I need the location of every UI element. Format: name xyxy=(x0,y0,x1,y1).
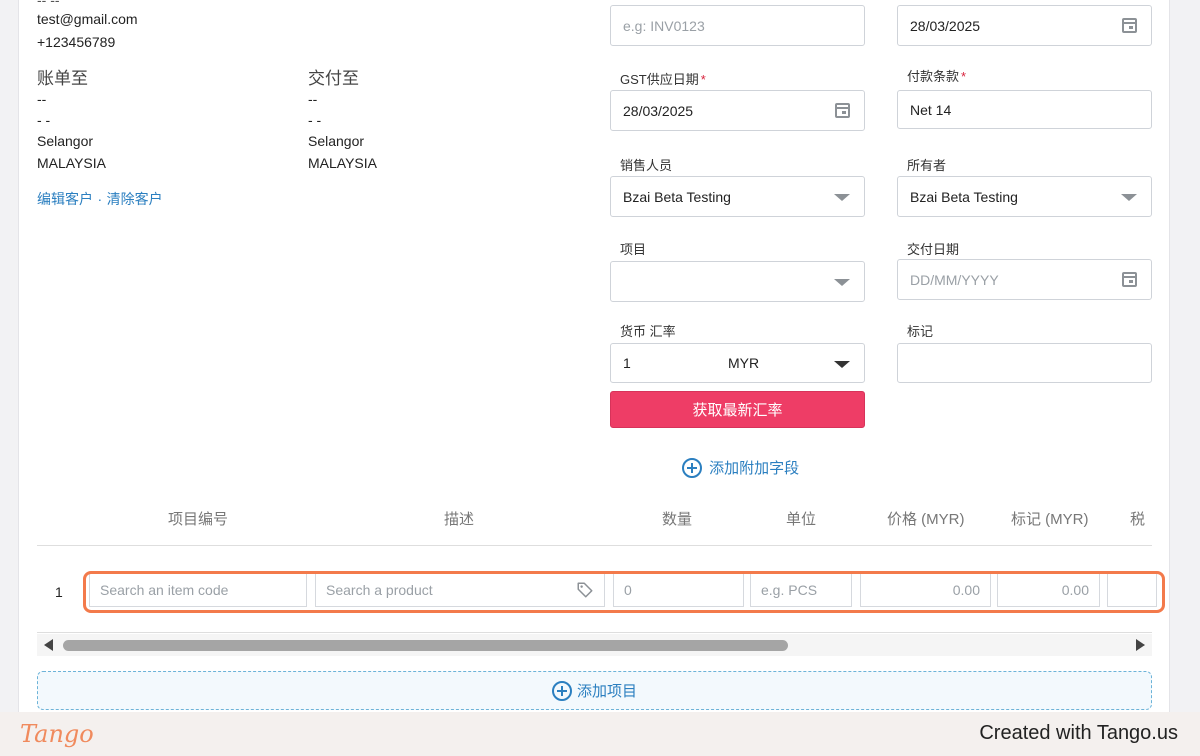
tag-input[interactable] xyxy=(897,343,1152,383)
chevron-down-icon xyxy=(1121,194,1137,201)
row-index: 1 xyxy=(55,584,63,600)
column-header-tax: 税 xyxy=(1130,511,1146,528)
customer-phone: +123456789 xyxy=(37,34,116,50)
bill-to-line2: - - xyxy=(37,112,51,128)
payment-terms-input[interactable]: Net 14 xyxy=(897,90,1152,129)
calendar-icon[interactable] xyxy=(1122,272,1137,287)
bill-to-country: MALAYSIA xyxy=(37,155,106,171)
payment-terms-value: Net 14 xyxy=(910,101,952,118)
tag-label: 标记 xyxy=(907,324,934,339)
add-item-label: 添加项目 xyxy=(576,683,637,700)
plus-circle-icon xyxy=(551,680,572,701)
scrollbar-thumb[interactable] xyxy=(63,640,788,651)
scroll-left-arrow-icon[interactable] xyxy=(44,639,53,651)
salesperson-select[interactable]: Bzai Beta Testing xyxy=(610,176,865,217)
gst-supply-date-value: 28/03/2025 xyxy=(623,102,694,119)
column-header-quantity: 数量 xyxy=(662,511,693,528)
exchange-rate-input[interactable]: 1 xyxy=(623,355,728,371)
payment-terms-label-text: 付款条款 xyxy=(907,69,960,84)
gst-supply-date-label: GST供应日期 * xyxy=(620,69,706,88)
calendar-icon[interactable] xyxy=(835,103,850,118)
bill-to-line1: -- xyxy=(37,91,47,107)
clear-customer-link[interactable]: 清除客户 xyxy=(107,191,163,207)
scroll-right-arrow-icon[interactable] xyxy=(1136,639,1145,651)
owner-label: 所有者 xyxy=(907,158,947,173)
invoice-number-placeholder: e.g: INV0123 xyxy=(623,17,705,34)
tango-footer: Tango Created with Tango.us xyxy=(0,712,1200,756)
currency-rate-label: 货币 汇率 xyxy=(620,324,676,339)
get-latest-rate-button[interactable]: 获取最新汇率 xyxy=(610,391,865,428)
delivery-date-label: 交付日期 xyxy=(907,242,960,257)
edit-customer-link[interactable]: 编辑客户 xyxy=(37,191,93,207)
ship-to-state: Selangor xyxy=(308,133,365,149)
project-select[interactable] xyxy=(610,261,865,302)
salesperson-label: 销售人员 xyxy=(620,158,673,173)
owner-select[interactable]: Bzai Beta Testing xyxy=(897,176,1152,217)
owner-value: Bzai Beta Testing xyxy=(910,188,1018,205)
invoice-form-sheet: -- -- test@gmail.com +123456789 账单至 -- -… xyxy=(18,0,1170,712)
column-header-tag: 标记 (MYR) xyxy=(1011,511,1089,528)
add-item-button[interactable]: 添加项目 xyxy=(37,671,1152,710)
add-extra-field-link[interactable]: 添加附加字段 xyxy=(682,457,799,478)
delivery-date-placeholder: DD/MM/YYYY xyxy=(910,271,999,288)
required-mark: * xyxy=(961,69,967,84)
ship-to-country: MALAYSIA xyxy=(308,155,377,171)
salesperson-value: Bzai Beta Testing xyxy=(623,188,731,205)
customer-email: test@gmail.com xyxy=(37,11,138,27)
tango-logo: Tango xyxy=(20,720,94,748)
project-label: 项目 xyxy=(620,242,647,257)
invoice-date-value: 28/03/2025 xyxy=(910,17,981,34)
table-header-divider xyxy=(37,545,1152,546)
chevron-down-icon xyxy=(834,194,850,201)
customer-partial-line: -- -- xyxy=(37,0,60,8)
plus-circle-icon xyxy=(682,457,702,478)
link-separator: · xyxy=(97,191,103,207)
gst-supply-date-input[interactable]: 28/03/2025 xyxy=(610,90,865,131)
column-header-description: 描述 xyxy=(444,511,475,528)
ship-to-line2: - - xyxy=(308,112,322,128)
column-header-price: 价格 (MYR) xyxy=(887,511,965,528)
bill-to-state: Selangor xyxy=(37,133,94,149)
table-bottom-divider xyxy=(37,632,1152,633)
gst-supply-date-label-text: GST供应日期 xyxy=(620,72,699,87)
customer-actions: 编辑客户 · 清除客户 xyxy=(37,189,163,209)
currency-rate-group: 1 MYR xyxy=(610,343,865,383)
highlight-box xyxy=(83,571,1165,613)
delivery-date-input[interactable]: DD/MM/YYYY xyxy=(897,259,1152,300)
created-with-text: Created with Tango.us xyxy=(979,722,1178,744)
calendar-icon[interactable] xyxy=(1122,18,1137,33)
currency-select[interactable]: MYR xyxy=(728,355,759,371)
invoice-date-input[interactable]: 28/03/2025 xyxy=(897,5,1152,46)
invoice-number-input[interactable]: e.g: INV0123 xyxy=(610,5,865,46)
payment-terms-label: 付款条款 * xyxy=(907,66,966,85)
column-header-item-code: 项目编号 xyxy=(168,511,229,528)
ship-to-line1: -- xyxy=(308,91,318,107)
ship-to-heading: 交付至 xyxy=(308,69,359,88)
bill-to-heading: 账单至 xyxy=(37,69,88,88)
chevron-down-icon xyxy=(834,279,850,286)
add-extra-field-label: 添加附加字段 xyxy=(709,460,800,477)
column-header-unit: 单位 xyxy=(786,511,817,528)
chevron-down-icon[interactable] xyxy=(834,361,850,368)
required-mark: * xyxy=(700,72,706,87)
